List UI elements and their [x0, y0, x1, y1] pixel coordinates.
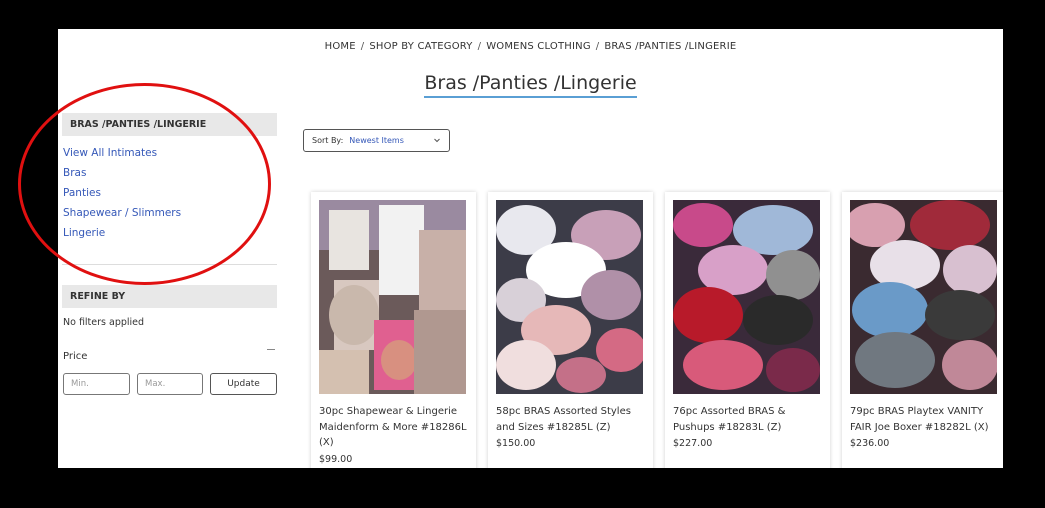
sort-select[interactable]: Sort By: Newest Items: [303, 129, 450, 152]
product-image[interactable]: [496, 200, 643, 394]
breadcrumb-separator: /: [477, 41, 482, 52]
product-image[interactable]: [673, 200, 820, 394]
product-title[interactable]: 76pc Assorted BRAS & Pushups #18283L (Z): [673, 404, 825, 435]
price-max-input[interactable]: Max.: [137, 373, 203, 395]
refine-heading: REFINE BY: [62, 285, 277, 308]
page-title-wrap: Bras /Panties /Lingerie: [58, 72, 1003, 98]
price-min-input[interactable]: Min.: [63, 373, 130, 395]
product-image[interactable]: [850, 200, 997, 394]
price-label: Price: [63, 351, 88, 362]
product-price: $150.00: [496, 438, 536, 449]
no-filters-text: No filters applied: [63, 317, 145, 328]
product-price: $99.00: [319, 454, 353, 465]
update-button[interactable]: Update: [210, 373, 277, 395]
product-card[interactable]: 79pc BRAS Playtex VANITY FAIR Joe Boxer …: [842, 192, 1003, 468]
product-title[interactable]: 30pc Shapewear & Lingerie Maidenform & M…: [319, 404, 471, 451]
breadcrumb-shop-by-category[interactable]: SHOP BY CATEGORY: [369, 41, 472, 52]
product-title[interactable]: 58pc BRAS Assorted Styles and Sizes #182…: [496, 404, 648, 435]
product-price: $236.00: [850, 438, 890, 449]
product-image[interactable]: [319, 200, 466, 394]
product-price: $227.00: [673, 438, 713, 449]
chevron-down-icon: [433, 130, 441, 159]
product-card[interactable]: 30pc Shapewear & Lingerie Maidenform & M…: [311, 192, 476, 468]
annotation-circle: [18, 83, 271, 285]
breadcrumb-current[interactable]: BRAS /PANTIES /LINGERIE: [604, 41, 736, 52]
collapse-icon[interactable]: [267, 349, 275, 350]
breadcrumb: HOME / SHOP BY CATEGORY / WOMENS CLOTHING / BR…: [58, 41, 1003, 52]
sort-value: Newest Items: [349, 136, 404, 145]
product-title[interactable]: 79pc BRAS Playtex VANITY FAIR Joe Boxer …: [850, 404, 1002, 435]
page-title: Bras /Panties /Lingerie: [424, 72, 637, 98]
breadcrumb-womens-clothing[interactable]: WOMENS CLOTHING: [486, 41, 591, 52]
breadcrumb-separator: /: [595, 41, 600, 52]
sort-label: Sort By:: [312, 136, 344, 145]
product-card[interactable]: 76pc Assorted BRAS & Pushups #18283L (Z)…: [665, 192, 830, 468]
breadcrumb-separator: /: [360, 41, 365, 52]
product-card[interactable]: 58pc BRAS Assorted Styles and Sizes #182…: [488, 192, 653, 468]
breadcrumb-home[interactable]: HOME: [325, 41, 356, 52]
